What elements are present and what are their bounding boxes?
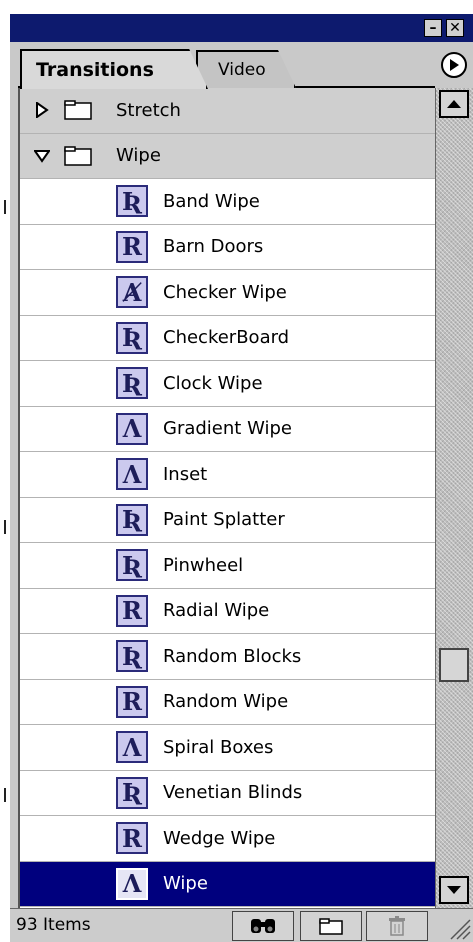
folder-row-wipe[interactable]: Wipe	[20, 133, 435, 179]
transition-icon: Ʀ	[116, 640, 148, 673]
transition-icon: R	[116, 230, 148, 263]
transition-item-wipe[interactable]: Ʌ Wipe	[20, 861, 435, 907]
transition-item-inset[interactable]: Ʌ Inset	[20, 452, 435, 498]
vertical-scrollbar[interactable]	[435, 88, 473, 908]
transition-label: Spiral Boxes	[163, 736, 274, 758]
minimize-icon: –	[429, 20, 437, 36]
transition-icon: Ʀ	[116, 321, 148, 354]
transition-label: Gradient Wipe	[163, 418, 292, 440]
transition-label: Random Blocks	[163, 645, 302, 667]
transition-label: Checker Wipe	[163, 281, 287, 303]
folder-row-stretch[interactable]: Stretch	[20, 88, 435, 134]
minimize-button[interactable]: –	[424, 19, 442, 37]
delete-button[interactable]	[366, 911, 428, 941]
transition-item-gradient-wipe[interactable]: Λ Gradient Wipe	[20, 407, 435, 452]
status-bar: 93 Items	[10, 908, 473, 942]
tab-video-label: Video	[218, 60, 266, 80]
transition-item-clock-wipe[interactable]: Ʀ Clock Wipe	[20, 361, 435, 407]
folder-icon	[64, 100, 92, 120]
transition-icon: Λ	[116, 412, 148, 445]
transition-item-paint-splatter[interactable]: Ʀ Paint Splatter	[20, 498, 435, 543]
transition-icon: Ʀ	[116, 549, 148, 582]
transition-item-band-wipe[interactable]: Ʀ Band Wipe	[20, 179, 435, 225]
transition-label: Wedge Wipe	[163, 827, 276, 849]
transition-icon: R	[116, 822, 148, 855]
transition-icon: R	[116, 685, 148, 718]
find-button[interactable]	[232, 911, 294, 941]
transition-label: Radial Wipe	[163, 600, 270, 622]
binoculars-icon	[251, 919, 275, 933]
transition-label: Band Wipe	[163, 190, 260, 212]
transition-label: Pinwheel	[163, 554, 244, 576]
trash-icon	[389, 916, 405, 936]
transition-icon: Ʀ	[116, 367, 148, 400]
folder-icon	[64, 146, 92, 166]
transition-icon: Ʌ	[116, 731, 148, 764]
tab-bar: Video Transitions	[10, 42, 473, 89]
transition-item-random-wipe[interactable]: R Random Wipe	[20, 680, 435, 725]
transition-item-barn-doors[interactable]: R Barn Doors	[20, 225, 435, 270]
right-arrow-circle-icon	[450, 59, 459, 71]
transition-label: Venetian Blinds	[163, 782, 303, 804]
transition-item-checkerboard[interactable]: Ʀ CheckerBoard	[20, 316, 435, 361]
close-icon: ✕	[449, 20, 461, 36]
transition-label: Inset	[163, 463, 208, 485]
transition-label: CheckerBoard	[163, 327, 290, 349]
scroll-down-button[interactable]	[439, 876, 469, 904]
transition-icon: Ʌ	[116, 867, 148, 900]
transition-item-wedge-wipe[interactable]: R Wedge Wipe	[20, 816, 435, 862]
up-arrow-icon	[447, 100, 461, 108]
transition-icon: Ʀ	[116, 503, 148, 536]
transition-label: Clock Wipe	[163, 372, 263, 394]
transition-item-checker-wipe[interactable]: Ⱥ Checker Wipe	[20, 270, 435, 316]
desktop-mark	[4, 788, 6, 802]
tab-transitions-label: Transitions	[36, 59, 154, 81]
desktop-mark	[4, 200, 6, 214]
transitions-list: Stretch Wipe Ʀ Band Wipe R Barn Doors Ⱥ …	[18, 88, 435, 908]
transition-label: Barn Doors	[163, 236, 264, 258]
tab-video[interactable]: Video	[196, 50, 296, 88]
resize-grip-icon[interactable]	[447, 916, 471, 940]
transition-label: Wipe	[163, 873, 208, 895]
transition-icon: Ʌ	[116, 458, 148, 491]
transition-item-random-blocks[interactable]: Ʀ Random Blocks	[20, 634, 435, 680]
close-button[interactable]: ✕	[446, 19, 464, 37]
folder-label: Stretch	[116, 99, 181, 121]
new-bin-button[interactable]	[300, 911, 362, 941]
transition-label: Paint Splatter	[163, 509, 285, 531]
tab-transitions[interactable]: Transitions	[20, 49, 208, 89]
transition-item-pinwheel[interactable]: Ʀ Pinwheel	[20, 543, 435, 589]
title-top-edge	[10, 0, 473, 14]
down-arrow-icon	[447, 886, 461, 894]
transition-icon: Ⱥ	[116, 276, 148, 309]
transition-icon: R	[116, 594, 148, 627]
transition-icon: Ʀ	[116, 776, 148, 809]
transitions-palette: – ✕ Video Transitions Stretch Wipe Ʀ Ban…	[10, 0, 473, 942]
transition-icon: Ʀ	[116, 185, 148, 218]
folder-label: Wipe	[116, 145, 161, 167]
scroll-thumb[interactable]	[439, 648, 469, 682]
collapsed-twisty-icon[interactable]	[34, 102, 50, 119]
transition-item-spiral-boxes[interactable]: Ʌ Spiral Boxes	[20, 725, 435, 771]
items-count: 93 Items	[16, 915, 91, 935]
desktop-mark	[4, 520, 6, 534]
transition-item-venetian-blinds[interactable]: Ʀ Venetian Blinds	[20, 771, 435, 816]
palette-menu-button[interactable]	[441, 52, 467, 78]
transition-label: Random Wipe	[163, 691, 289, 713]
palette-title-bar[interactable]: – ✕	[10, 0, 473, 42]
scroll-up-button[interactable]	[439, 90, 469, 118]
transition-item-radial-wipe[interactable]: R Radial Wipe	[20, 589, 435, 634]
expanded-twisty-icon[interactable]	[34, 148, 50, 164]
new-folder-icon	[319, 918, 343, 935]
